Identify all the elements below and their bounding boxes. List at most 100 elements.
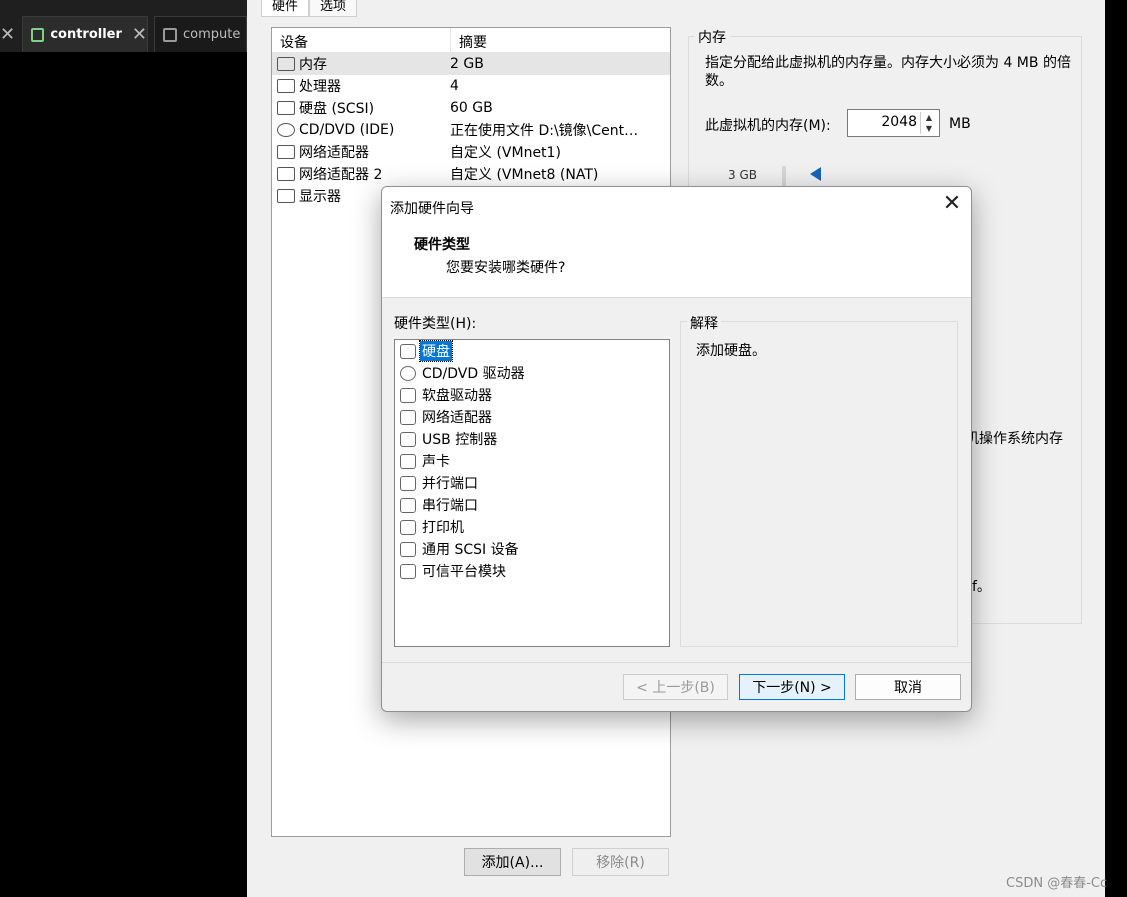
spin-down-icon[interactable]: ▼: [921, 123, 937, 134]
device-row-hard-disk[interactable]: 硬盘 (SCSI) 60 GB: [272, 97, 670, 119]
network-adapter-icon: [277, 145, 295, 159]
floppy-icon: [400, 387, 416, 403]
device-list-header: 设备 摘要: [272, 28, 670, 53]
memory-icon: [277, 57, 295, 71]
hardware-type-label: 硬件类型(H):: [394, 316, 477, 332]
device-row-network[interactable]: 网络适配器 自定义 (VMnet1): [272, 141, 670, 163]
close-icon[interactable]: ✕: [941, 191, 963, 219]
device-summary: 2 GB: [450, 56, 484, 72]
hard-disk-icon: [277, 101, 295, 115]
page-subheading: 您要安装哪类硬件?: [446, 260, 566, 276]
network-adapter-icon: [400, 409, 416, 425]
cd-dvd-icon: [400, 365, 416, 381]
next-button[interactable]: 下一步(N) >: [739, 674, 845, 700]
column-summary[interactable]: 摘要: [451, 28, 495, 52]
device-name: 显示器: [299, 189, 341, 205]
tab-controller[interactable]: controller ✕: [22, 16, 148, 52]
list-item-label: CD/DVD 驱动器: [422, 366, 525, 382]
display-icon: [277, 189, 295, 203]
memory-slider-marker-icon[interactable]: [810, 167, 821, 181]
close-icon[interactable]: ✕: [0, 24, 15, 45]
remove-hardware-button[interactable]: 移除(R): [572, 848, 669, 876]
column-device[interactable]: 设备: [272, 28, 451, 52]
printer-icon: [400, 519, 416, 535]
list-item-scsi[interactable]: 通用 SCSI 设备: [395, 538, 669, 560]
list-item-usb[interactable]: USB 控制器: [395, 428, 669, 450]
tpm-icon: [400, 563, 416, 579]
usb-icon: [400, 431, 416, 447]
device-summary: 自定义 (VMnet1): [450, 145, 561, 161]
list-item-tpm[interactable]: 可信平台模块: [395, 560, 669, 582]
explanation-group: [680, 321, 958, 647]
memory-spinner[interactable]: ▲ ▼: [920, 112, 937, 134]
memory-scale-label: 3 GB: [728, 168, 757, 182]
tab-hardware[interactable]: 硬件: [261, 0, 310, 17]
list-item-label: 可信平台模块: [422, 564, 506, 580]
device-name: 网络适配器: [299, 145, 369, 161]
list-item-network[interactable]: 网络适配器: [395, 406, 669, 428]
list-item-parallel-port[interactable]: 并行端口: [395, 472, 669, 494]
device-summary: 60 GB: [450, 100, 493, 116]
back-button[interactable]: < 上一步(B): [623, 674, 728, 700]
vm-running-icon: [31, 27, 45, 42]
list-item-floppy[interactable]: 软盘驱动器: [395, 384, 669, 406]
memory-group-title: 内存: [694, 27, 730, 47]
hardware-type-list[interactable]: 硬盘 CD/DVD 驱动器 软盘驱动器 网络适配器 USB 控制器 声卡 并行端…: [394, 339, 670, 647]
device-summary: 自定义 (VMnet8 (NAT): [450, 167, 599, 183]
vm-icon: [163, 27, 177, 42]
device-summary: 4: [450, 78, 459, 94]
device-name: 处理器: [299, 79, 341, 95]
memory-scale-bar[interactable]: [782, 166, 786, 186]
cpu-icon: [277, 79, 295, 93]
add-hardware-button[interactable]: 添加(A)...: [464, 848, 561, 876]
list-item-label: 网络适配器: [422, 410, 492, 426]
tab-compute[interactable]: compute: [154, 16, 247, 52]
tab-label: compute: [183, 27, 241, 42]
memory-description: 指定分配给此虚拟机的内存量。内存大小必须为 4 MB 的倍数。: [705, 55, 1071, 89]
memory-label: 此虚拟机的内存(M):: [705, 118, 831, 134]
vm-tab-strip: ✕ controller ✕ compute: [0, 0, 247, 52]
list-item-label: USB 控制器: [422, 432, 498, 448]
list-item-label: 打印机: [422, 520, 464, 536]
tab-label: controller: [50, 27, 122, 42]
speaker-icon: [400, 453, 416, 469]
background-edge: [1105, 0, 1127, 897]
memory-value: 2048: [881, 114, 917, 130]
hidden-text-fragment: 机操作系统内存: [965, 428, 1063, 448]
list-item-printer[interactable]: 打印机: [395, 516, 669, 538]
list-item-sound[interactable]: 声卡: [395, 450, 669, 472]
hidden-text-fragment: f。: [972, 576, 991, 596]
network-adapter-icon: [277, 167, 295, 181]
explanation-title: 解释: [687, 313, 721, 333]
cancel-button[interactable]: 取消: [855, 674, 961, 700]
dialog-header: 添加硬件向导 ✕ 硬件类型 您要安装哪类硬件?: [382, 187, 971, 298]
tab-options[interactable]: 选项: [309, 0, 358, 17]
device-row-memory[interactable]: 内存 2 GB: [272, 53, 670, 75]
list-item-cd-dvd[interactable]: CD/DVD 驱动器: [395, 362, 669, 384]
list-item-label: 通用 SCSI 设备: [422, 542, 519, 558]
close-icon[interactable]: ✕: [132, 24, 147, 45]
divider: [382, 662, 971, 663]
memory-input[interactable]: 2048 ▲ ▼: [847, 109, 940, 137]
device-name: CD/DVD (IDE): [299, 122, 395, 138]
device-row-cd-dvd[interactable]: CD/DVD (IDE) 正在使用文件 D:\镜像\Cent…: [272, 119, 670, 141]
list-item-label: 声卡: [422, 454, 450, 470]
list-item-label: 串行端口: [422, 498, 478, 514]
list-item-hard-disk[interactable]: 硬盘: [395, 340, 669, 362]
parallel-port-icon: [400, 475, 416, 491]
dialog-title: 添加硬件向导: [390, 201, 474, 217]
add-hardware-wizard-dialog: 添加硬件向导 ✕ 硬件类型 您要安装哪类硬件? 硬件类型(H): 硬盘 CD/D…: [381, 186, 972, 712]
explanation-text: 添加硬盘。: [696, 343, 766, 359]
device-summary: 正在使用文件 D:\镜像\Cent…: [450, 123, 639, 139]
device-name: 网络适配器 2: [299, 167, 383, 183]
scsi-icon: [400, 541, 416, 557]
device-row-cpu[interactable]: 处理器 4: [272, 75, 670, 97]
page-heading: 硬件类型: [414, 237, 470, 253]
device-row-network-2[interactable]: 网络适配器 2 自定义 (VMnet8 (NAT): [272, 163, 670, 185]
memory-unit: MB: [949, 116, 971, 132]
hard-disk-icon: [400, 343, 416, 359]
serial-port-icon: [400, 497, 416, 513]
cd-dvd-icon: [277, 123, 295, 137]
list-item-serial-port[interactable]: 串行端口: [395, 494, 669, 516]
spin-up-icon[interactable]: ▲: [921, 112, 937, 123]
